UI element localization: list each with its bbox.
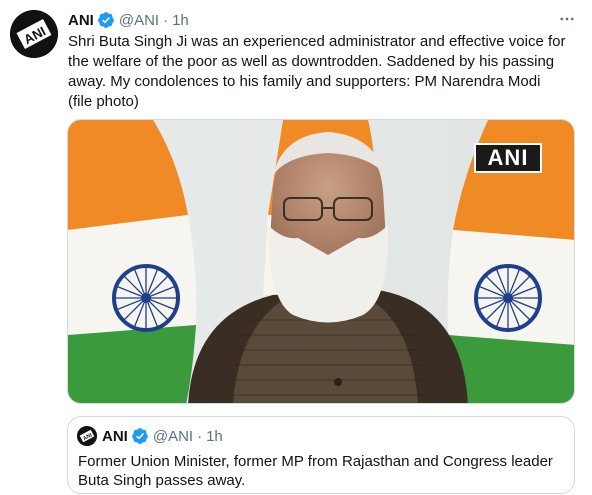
tweet[interactable]: ANI ANI @ANI · 1h Shri Buta Singh Ji was… — [0, 0, 592, 495]
tweet-header: ANI @ANI · 1h — [68, 10, 189, 30]
tweet-text: Shri Buta Singh Ji was an experienced ad… — [68, 33, 566, 110]
quoted-tweet-text: Former Union Minister, former MP from Ra… — [78, 453, 553, 489]
quoted-separator-dot: · — [197, 427, 203, 445]
verified-badge-icon — [131, 427, 149, 445]
ani-logo-icon: ANI — [10, 10, 58, 58]
separator-dot: · — [163, 11, 169, 29]
quoted-author-handle[interactable]: @ANI — [153, 428, 193, 445]
quoted-timestamp[interactable]: 1h — [206, 428, 223, 445]
author-name[interactable]: ANI — [68, 12, 94, 29]
author-handle[interactable]: @ANI — [119, 12, 159, 29]
quoted-author-name[interactable]: ANI — [102, 428, 128, 445]
verified-badge-icon — [97, 11, 115, 29]
quoted-tweet[interactable]: ANI ANI @ANI · 1h Former Union Minister,… — [67, 416, 575, 494]
timestamp[interactable]: 1h — [172, 12, 189, 29]
quoted-avatar[interactable]: ANI — [77, 426, 97, 446]
ani-logo-icon: ANI — [77, 426, 97, 446]
avatar[interactable]: ANI — [10, 10, 58, 58]
quoted-tweet-header: ANI @ANI · 1h — [102, 426, 223, 446]
media-watermark: ANI — [474, 143, 542, 173]
more-options-icon[interactable] — [555, 9, 579, 29]
